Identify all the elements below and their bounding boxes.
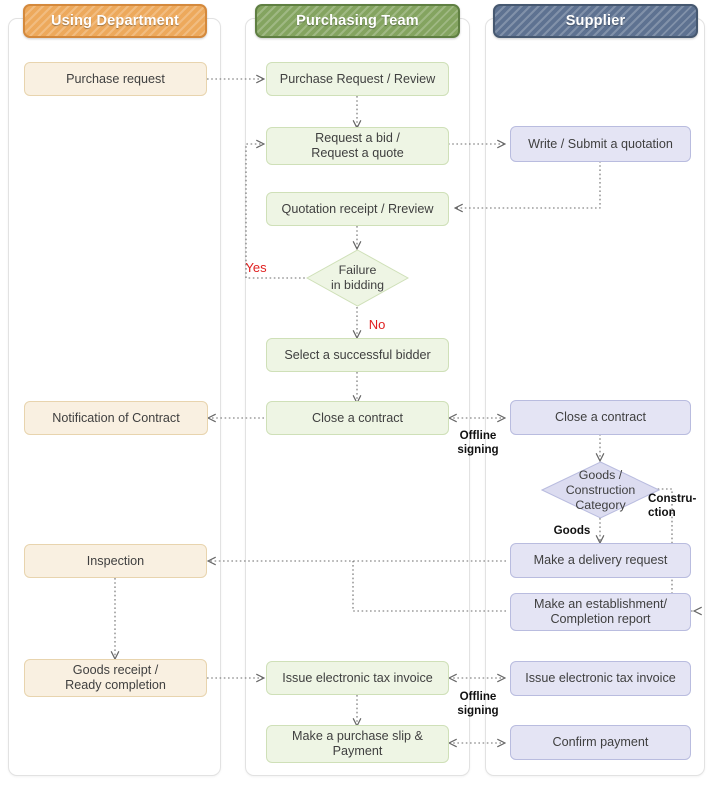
node-make-purchase-slip[interactable]: Make a purchase slip & Payment <box>266 725 449 763</box>
node-goods-construction-category[interactable]: Goods / Construction Category <box>541 461 660 519</box>
edge-label-offline-signing-invoice: Offline signing <box>457 690 499 717</box>
edge-label-offline-signing-contract: Offline signing <box>457 429 499 456</box>
node-label: Write / Submit a quotation <box>528 136 673 151</box>
swimlane-diagram: Using Department Purchasing Team Supplie… <box>0 0 713 800</box>
node-label: Make an establishment/ Completion report <box>533 597 667 626</box>
node-label: Issue electronic tax invoice <box>282 670 433 685</box>
node-purchase-request[interactable]: Purchase request <box>24 62 207 96</box>
node-issue-tax-invoice-purchasing[interactable]: Issue electronic tax invoice <box>266 661 449 695</box>
edge-label-yes: Yes <box>245 260 267 275</box>
node-label: Close a contract <box>312 410 403 425</box>
node-label: Inspection <box>86 553 145 568</box>
node-label: Confirm payment <box>552 735 649 749</box>
lane-header-label: Using Department <box>50 13 180 29</box>
node-failure-in-bidding[interactable]: Failure in bidding <box>306 249 409 307</box>
edge-label-no: No <box>368 317 386 332</box>
node-issue-tax-invoice-supplier[interactable]: Issue electronic tax invoice <box>510 661 691 696</box>
node-label: Close a contract <box>555 410 646 424</box>
node-label: Make a purchase slip & Payment <box>292 729 423 758</box>
lane-header-using-department: Using Department <box>23 4 207 38</box>
node-close-a-contract-supplier[interactable]: Close a contract <box>510 400 691 435</box>
node-purchase-request-review[interactable]: Purchase Request / Review <box>266 62 449 96</box>
node-close-a-contract-purchasing[interactable]: Close a contract <box>266 401 449 435</box>
lane-header-label: Purchasing Team <box>296 13 419 29</box>
node-notification-of-contract[interactable]: Notification of Contract <box>24 401 208 435</box>
node-label: Issue electronic tax invoice <box>525 671 676 685</box>
node-label: Select a successful bidder <box>284 347 431 362</box>
lane-header-purchasing-team: Purchasing Team <box>255 4 460 38</box>
node-quotation-receipt-review[interactable]: Quotation receipt / Rreview <box>266 192 449 226</box>
node-label: Quotation receipt / Rreview <box>281 201 434 216</box>
node-inspection[interactable]: Inspection <box>24 544 207 578</box>
node-label: Notification of Contract <box>52 410 180 425</box>
node-write-submit-quotation[interactable]: Write / Submit a quotation <box>510 126 691 162</box>
node-goods-receipt[interactable]: Goods receipt / Ready completion <box>24 659 207 697</box>
node-select-successful-bidder[interactable]: Select a successful bidder <box>266 338 449 372</box>
node-confirm-payment[interactable]: Confirm payment <box>510 725 691 760</box>
node-request-a-bid[interactable]: Request a bid / Request a quote <box>266 127 449 165</box>
node-label: Make a delivery request <box>533 553 668 567</box>
node-label: Request a bid / Request a quote <box>311 131 404 160</box>
node-label: Goods / Construction Category <box>565 467 636 512</box>
node-label: Purchase request <box>66 71 165 86</box>
node-label: Goods receipt / Ready completion <box>65 663 166 692</box>
lane-header-supplier: Supplier <box>493 4 698 38</box>
node-label: Purchase Request / Review <box>279 71 436 86</box>
node-label: Failure in bidding <box>330 263 385 292</box>
edge-label-goods: Goods <box>553 524 591 537</box>
lane-header-label: Supplier <box>565 13 626 29</box>
node-make-a-delivery-request[interactable]: Make a delivery request <box>510 543 691 578</box>
node-make-establishment-report[interactable]: Make an establishment/ Completion report <box>510 593 691 631</box>
